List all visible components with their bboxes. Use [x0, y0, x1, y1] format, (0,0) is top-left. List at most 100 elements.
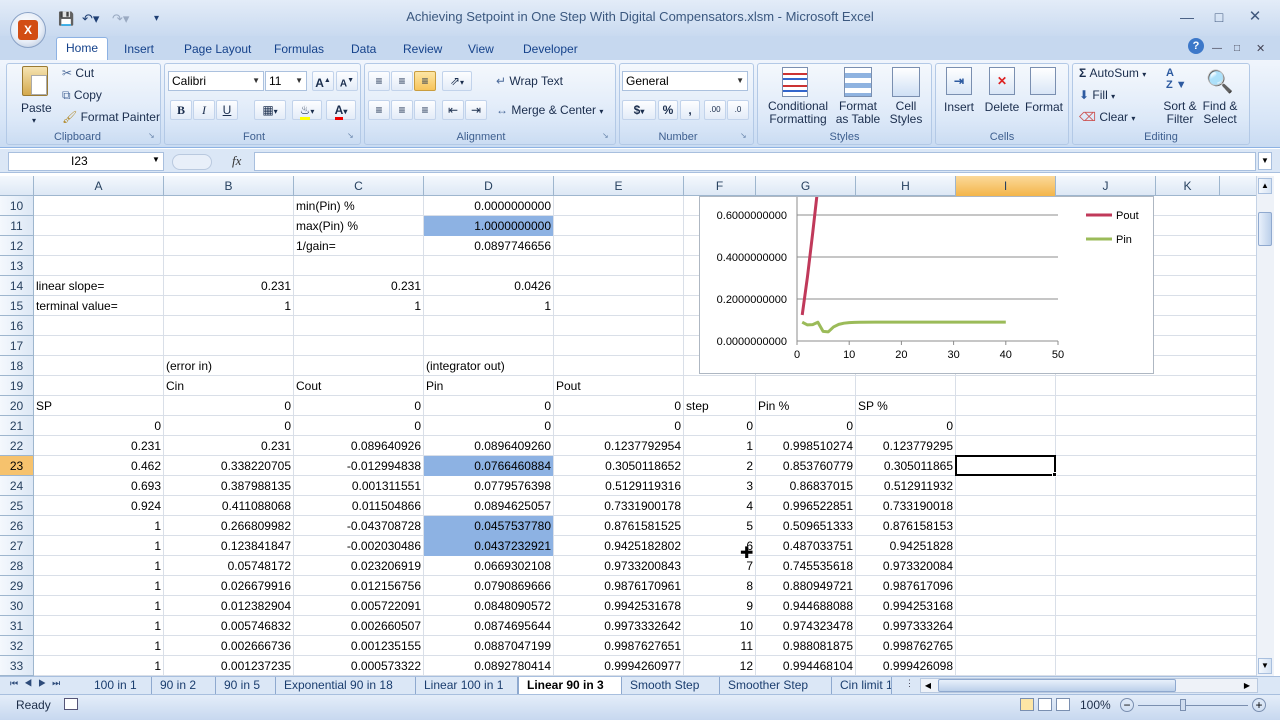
cell-i22[interactable] — [956, 436, 1056, 456]
cell-d22[interactable]: 0.0896409260 — [424, 436, 554, 456]
cell-e12[interactable] — [554, 236, 684, 256]
cell-e30[interactable]: 0.9942531678 — [554, 596, 684, 616]
row-header[interactable]: 16 — [0, 316, 34, 336]
tab-review[interactable]: Review — [403, 40, 442, 58]
cell-i25[interactable] — [956, 496, 1056, 516]
cell-b25[interactable]: 0.411088068 — [164, 496, 294, 516]
cell-g32[interactable]: 0.988081875 — [756, 636, 856, 656]
formula-input[interactable] — [254, 152, 1256, 171]
cell-d27[interactable]: 0.0437232921 — [424, 536, 554, 556]
ribbon-close-icon[interactable]: ✕ — [1256, 40, 1265, 58]
column-header-j[interactable]: J — [1056, 176, 1156, 196]
ribbon-restore-icon[interactable]: □ — [1234, 40, 1240, 58]
cell-b22[interactable]: 0.231 — [164, 436, 294, 456]
cell-g22[interactable]: 0.998510274 — [756, 436, 856, 456]
cell-c17[interactable] — [294, 336, 424, 356]
cell-e26[interactable]: 0.8761581525 — [554, 516, 684, 536]
font-size-combo[interactable]: 11 ▼ — [265, 71, 307, 91]
conditional-formatting-button[interactable]: Conditional Formatting — [760, 65, 832, 127]
scroll-up-icon[interactable]: ▲ — [1258, 178, 1272, 194]
cell-g25[interactable]: 0.996522851 — [756, 496, 856, 516]
row-header[interactable]: 21 — [0, 416, 34, 436]
row-header[interactable]: 11 — [0, 216, 34, 236]
cell-a28[interactable]: 1 — [34, 556, 164, 576]
tab-page-layout[interactable]: Page Layout — [184, 40, 251, 58]
cell-b32[interactable]: 0.002666736 — [164, 636, 294, 656]
align-middle-button[interactable]: ≡ — [391, 71, 413, 91]
ribbon-minimize-icon[interactable]: — — [1212, 40, 1222, 58]
decrease-indent-button[interactable]: ⇤ — [442, 100, 464, 120]
row-header[interactable]: 27 — [0, 536, 34, 556]
cell-a25[interactable]: 0.924 — [34, 496, 164, 516]
zoom-slider-thumb[interactable] — [1180, 699, 1186, 711]
row-header[interactable]: 31 — [0, 616, 34, 636]
cell-h28[interactable]: 0.973320084 — [856, 556, 956, 576]
cell-h25[interactable]: 0.733190018 — [856, 496, 956, 516]
cell-e25[interactable]: 0.7331900178 — [554, 496, 684, 516]
page-break-view-icon[interactable] — [1056, 698, 1070, 711]
maximize-icon[interactable]: □ — [1208, 8, 1230, 26]
delete-cells-button[interactable]: ✕ Delete — [982, 65, 1022, 127]
row-header[interactable]: 15 — [0, 296, 34, 316]
clear-button[interactable]: ⌫ Clear ▾ — [1079, 110, 1135, 126]
cell-f29[interactable]: 8 — [684, 576, 756, 596]
cell-a31[interactable]: 1 — [34, 616, 164, 636]
cell-d21[interactable]: 0 — [424, 416, 554, 436]
cell-e13[interactable] — [554, 256, 684, 276]
cell-g30[interactable]: 0.944688088 — [756, 596, 856, 616]
cell-b21[interactable]: 0 — [164, 416, 294, 436]
cell-e17[interactable] — [554, 336, 684, 356]
autosum-button[interactable]: Σ AutoSum ▾ — [1079, 66, 1146, 82]
cell-i29[interactable] — [956, 576, 1056, 596]
cell-a15[interactable]: terminal value= — [34, 296, 164, 316]
cell-d19[interactable]: Pin — [424, 376, 554, 396]
cell-d12[interactable]: 0.0897746656 — [424, 236, 554, 256]
cell-e20[interactable]: 0 — [554, 396, 684, 416]
cell-h21[interactable]: 0 — [856, 416, 956, 436]
normal-view-icon[interactable] — [1020, 698, 1034, 711]
row-header[interactable]: 32 — [0, 636, 34, 656]
cut-button[interactable]: ✂ Cut — [62, 66, 94, 80]
comma-button[interactable]: , — [680, 100, 700, 120]
cell-c18[interactable] — [294, 356, 424, 376]
cell-c11[interactable]: max(Pin) % — [294, 216, 424, 236]
column-header-h[interactable]: H — [856, 176, 956, 196]
row-header[interactable]: 25 — [0, 496, 34, 516]
decrease-decimal-button[interactable]: .0 — [727, 100, 749, 120]
sheet-tab[interactable]: Linear 90 in 3 — [518, 677, 622, 694]
cell-i27[interactable] — [956, 536, 1056, 556]
cell-b10[interactable] — [164, 196, 294, 216]
column-header-a[interactable]: A — [34, 176, 164, 196]
cell-a26[interactable]: 1 — [34, 516, 164, 536]
fill-color-button[interactable]: ♨▾ — [292, 100, 322, 120]
zoom-in-icon[interactable]: + — [1252, 698, 1266, 712]
cell-c20[interactable]: 0 — [294, 396, 424, 416]
cell-h30[interactable]: 0.994253168 — [856, 596, 956, 616]
cell-e24[interactable]: 0.5129119316 — [554, 476, 684, 496]
macro-record-icon[interactable] — [64, 698, 78, 710]
horizontal-scroll-thumb[interactable] — [938, 679, 1176, 692]
page-layout-view-icon[interactable] — [1038, 698, 1052, 711]
clipboard-launcher-icon[interactable]: ↘ — [148, 131, 155, 140]
orientation-button[interactable]: ⇗▾ — [442, 71, 472, 91]
cell-d18[interactable]: (integrator out) — [424, 356, 554, 376]
cell-e31[interactable]: 0.9973332642 — [554, 616, 684, 636]
cell-a23[interactable]: 0.462 — [34, 456, 164, 476]
zoom-slider-track[interactable] — [1138, 705, 1248, 706]
cell-a13[interactable] — [34, 256, 164, 276]
cell-a30[interactable]: 1 — [34, 596, 164, 616]
cell-f23[interactable]: 2 — [684, 456, 756, 476]
cell-g21[interactable]: 0 — [756, 416, 856, 436]
tab-insert[interactable]: Insert — [124, 40, 154, 58]
cell-b14[interactable]: 0.231 — [164, 276, 294, 296]
tab-view[interactable]: View — [468, 40, 494, 58]
cell-d15[interactable]: 1 — [424, 296, 554, 316]
cell-g19[interactable] — [756, 376, 856, 396]
sheet-navigation-icons[interactable]: ⏮◀▶⏭ — [10, 678, 66, 689]
cell-f22[interactable]: 1 — [684, 436, 756, 456]
expand-formula-bar-icon[interactable]: ▼ — [1258, 152, 1272, 170]
cell-c14[interactable]: 0.231 — [294, 276, 424, 296]
wrap-text-button[interactable]: ↵ Wrap Text — [496, 74, 563, 88]
cell-a19[interactable] — [34, 376, 164, 396]
cell-i26[interactable] — [956, 516, 1056, 536]
